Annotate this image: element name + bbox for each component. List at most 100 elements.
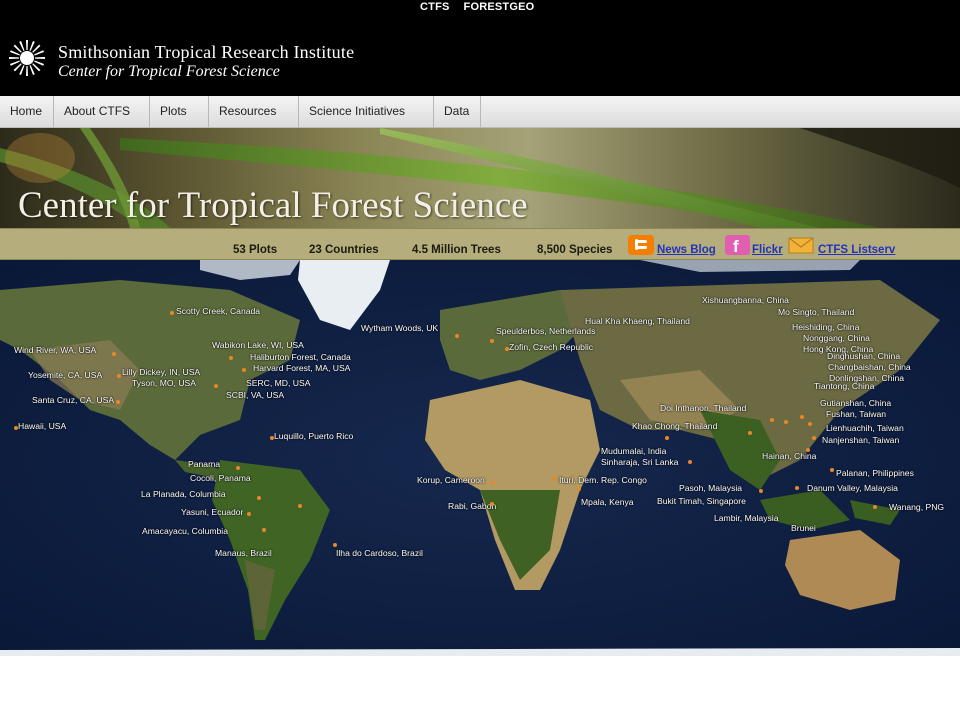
site-label[interactable]: Khao Chong, Thailand	[632, 421, 717, 431]
site-marker[interactable]	[236, 466, 240, 470]
site-marker[interactable]	[770, 418, 774, 422]
site-marker[interactable]	[14, 426, 18, 430]
site-label[interactable]: Mo Singto, Thailand	[778, 307, 854, 317]
blogger-icon[interactable]	[627, 234, 655, 256]
site-label[interactable]: Heishiding, China	[792, 322, 859, 332]
mail-icon[interactable]	[788, 237, 814, 254]
site-label[interactable]: La Planada, Columbia	[141, 489, 226, 499]
site-label[interactable]: Speulderbos, Netherlands	[496, 326, 595, 336]
site-marker[interactable]	[490, 502, 494, 506]
site-marker[interactable]	[688, 460, 692, 464]
site-marker[interactable]	[505, 347, 509, 351]
flickr-icon[interactable]: f	[724, 234, 751, 256]
site-marker[interactable]	[170, 311, 174, 315]
news-blog-link[interactable]: News Blog	[657, 244, 716, 256]
site-label[interactable]: Doi Inthanon, Thailand	[660, 403, 746, 413]
forestgeo-link[interactable]: FORESTGEO	[464, 1, 535, 13]
ctfs-link[interactable]: CTFS	[420, 1, 450, 13]
site-label[interactable]: Palanan, Philippines	[836, 468, 914, 478]
nav-plots[interactable]: Plots	[150, 96, 209, 127]
site-label[interactable]: Lienhuachih, Taiwan	[826, 423, 904, 433]
site-marker[interactable]	[247, 512, 251, 516]
site-label[interactable]: Hainan, China	[762, 451, 816, 461]
site-label[interactable]: Wanang, PNG	[889, 502, 944, 512]
site-label[interactable]: Amacayacu, Columbia	[142, 526, 228, 536]
site-marker[interactable]	[298, 504, 302, 508]
site-label[interactable]: Fushan, Taiwan	[826, 409, 886, 419]
site-label[interactable]: Manaus, Brazil	[215, 548, 272, 558]
site-marker[interactable]	[112, 352, 116, 356]
site-label[interactable]: Lilly Dickey, IN, USA	[122, 367, 200, 377]
site-label[interactable]: Dinghushan, China	[827, 351, 900, 361]
site-label[interactable]: Lambir, Malaysia	[714, 513, 778, 523]
site-label[interactable]: Brunei	[791, 523, 816, 533]
smithsonian-sun-logo[interactable]	[8, 39, 46, 77]
site-label[interactable]: Harvard Forest, MA, USA	[253, 363, 350, 373]
site-label[interactable]: Mpala, Kenya	[581, 497, 634, 507]
site-marker[interactable]	[784, 420, 788, 424]
nav-data[interactable]: Data	[434, 96, 481, 127]
site-marker[interactable]	[491, 481, 495, 485]
site-marker[interactable]	[830, 468, 834, 472]
nav-resources[interactable]: Resources	[209, 96, 299, 127]
site-label[interactable]: Xishuangbanna, China	[702, 295, 789, 305]
site-label[interactable]: Nanjenshan, Taiwan	[822, 435, 899, 445]
site-label[interactable]: Wytham Woods, UK	[361, 323, 438, 333]
site-marker[interactable]	[229, 356, 233, 360]
site-marker[interactable]	[117, 374, 121, 378]
site-marker[interactable]	[748, 431, 752, 435]
ctfs-listserv-link[interactable]: CTFS Listserv	[818, 244, 895, 256]
site-marker[interactable]	[795, 486, 799, 490]
site-label[interactable]: Nonggang, China	[803, 333, 870, 343]
site-label[interactable]: Rabi, Gabon	[448, 501, 496, 511]
site-label[interactable]: Danum Valley, Malaysia	[807, 483, 898, 493]
site-label[interactable]: Hual Kha Khaeng, Thailand	[585, 316, 690, 326]
site-marker[interactable]	[116, 400, 120, 404]
site-marker[interactable]	[759, 489, 763, 493]
site-marker[interactable]	[242, 368, 246, 372]
site-marker[interactable]	[577, 487, 581, 491]
site-label[interactable]: SCBI, VA, USA	[226, 390, 284, 400]
site-label[interactable]: Tiantong, China	[814, 381, 874, 391]
site-label[interactable]: Hawaii, USA	[18, 421, 66, 431]
site-label[interactable]: SERC, MD, USA	[246, 378, 310, 388]
site-label[interactable]: Wind River, WA, USA	[14, 345, 96, 355]
site-label[interactable]: Sinharaja, Sri Lanka	[601, 457, 678, 467]
site-marker[interactable]	[812, 436, 816, 440]
site-label[interactable]: Yosemite, CA, USA	[28, 370, 102, 380]
site-marker[interactable]	[800, 415, 804, 419]
site-label[interactable]: Mudumalai, India	[601, 446, 666, 456]
site-label[interactable]: Yasuni, Ecuador	[181, 507, 243, 517]
site-label[interactable]: Pasoh, Malaysia	[679, 483, 742, 493]
site-marker[interactable]	[333, 543, 337, 547]
site-label[interactable]: Wabikon Lake, WI, USA	[212, 340, 304, 350]
site-marker[interactable]	[806, 448, 810, 452]
site-marker[interactable]	[552, 477, 556, 481]
site-marker[interactable]	[214, 384, 218, 388]
site-label[interactable]: Zofin, Czech Republic	[509, 342, 593, 352]
site-marker[interactable]	[257, 496, 261, 500]
site-label[interactable]: Gutianshan, China	[820, 398, 891, 408]
site-marker[interactable]	[262, 528, 266, 532]
site-label[interactable]: Luquillo, Puerto Rico	[274, 431, 353, 441]
site-label[interactable]: Ilha do Cardoso, Brazil	[336, 548, 423, 558]
site-marker[interactable]	[665, 436, 669, 440]
site-marker[interactable]	[808, 422, 812, 426]
site-label[interactable]: Scotty Creek, Canada	[176, 306, 260, 316]
site-marker[interactable]	[270, 436, 274, 440]
site-label[interactable]: Haliburton Forest, Canada	[250, 352, 351, 362]
site-marker[interactable]	[490, 339, 494, 343]
flickr-link[interactable]: Flickr	[752, 244, 783, 256]
site-label[interactable]: Korup, Cameroon	[417, 475, 485, 485]
site-marker[interactable]	[873, 505, 877, 509]
nav-home[interactable]: Home	[0, 96, 54, 127]
nav-about-ctfs[interactable]: About CTFS	[54, 96, 150, 127]
site-label[interactable]: Changbaishan, China	[828, 362, 911, 372]
nav-science-initiatives[interactable]: Science Initiatives	[299, 96, 434, 127]
site-label[interactable]: Panama	[188, 459, 220, 469]
site-label[interactable]: Santa Cruz, CA, USA	[32, 395, 114, 405]
site-label[interactable]: Ituri, Dem. Rep. Congo	[559, 475, 647, 485]
site-label[interactable]: Bukit Timah, Singapore	[657, 496, 746, 506]
site-label[interactable]: Tyson, MO, USA	[132, 378, 196, 388]
site-label[interactable]: Cocoli, Panama	[190, 473, 251, 483]
